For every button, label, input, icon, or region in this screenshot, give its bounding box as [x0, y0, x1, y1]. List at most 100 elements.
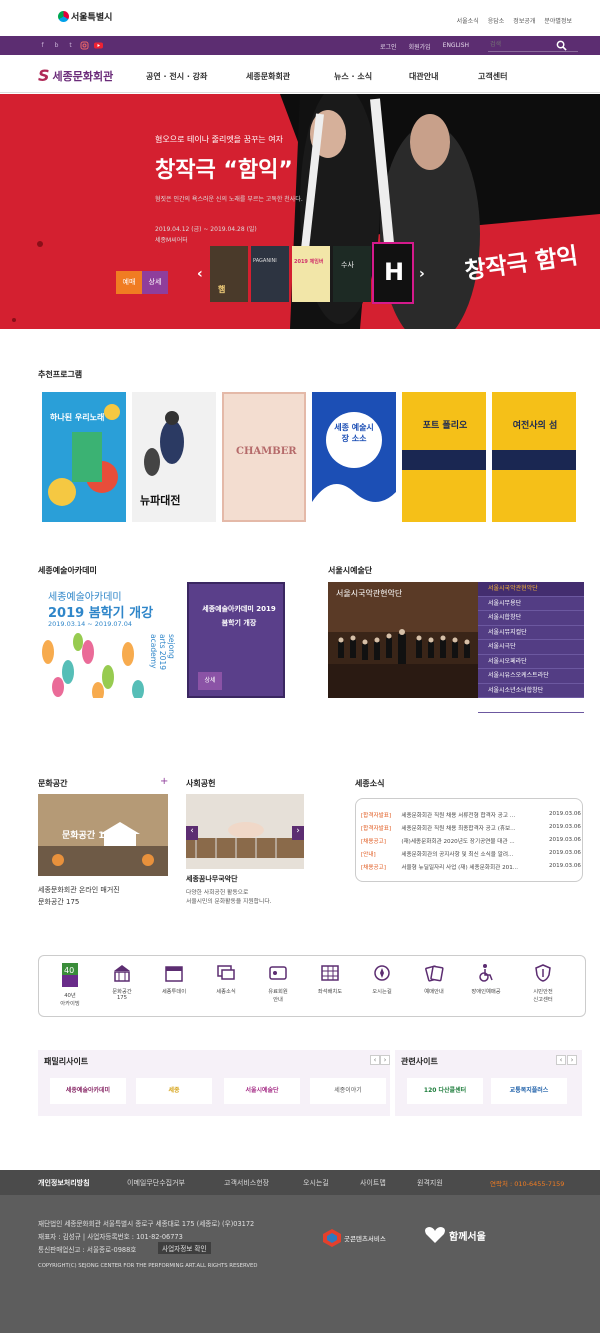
news-row[interactable]: [채용공고] (재)세종문화회관 2020년도 장기공연물 대관 ... 2019.…	[361, 837, 581, 845]
hero-thumb-active[interactable]: H	[372, 242, 414, 304]
orchestra-photo[interactable]: 서울시국악관현악단	[328, 582, 478, 698]
sejong-logo[interactable]: S 세종문화회관	[38, 66, 113, 85]
top-link-field-info[interactable]: 분야별정보	[544, 16, 572, 25]
footer-sitemap-link[interactable]: 사이트맵	[360, 1178, 386, 1188]
culture-more-icon[interactable]: +	[160, 776, 168, 787]
culture-caption-sub[interactable]: 문화공간 175	[38, 897, 79, 907]
culture-caption[interactable]: 세종문화회관 온라인 매거진	[38, 885, 120, 895]
business-verify-button[interactable]: 사업자정보 확인	[158, 1242, 211, 1254]
orchestra-item[interactable]: 서울시무용단	[478, 597, 584, 611]
nav-customer[interactable]: 고객센터	[478, 71, 507, 82]
news-row[interactable]: [합격자발표] 세종문화회관 직원 채용 최종합격자 공고 (휴보... 2019.…	[361, 824, 581, 832]
quick-label: 문화공간 175	[112, 989, 132, 1001]
quick-membership[interactable]: 유료회원 안내	[253, 960, 303, 1003]
orchestra-item[interactable]: 서울시유스오케스트라단	[478, 669, 584, 684]
quick-label: 40년 아카이빙	[60, 993, 80, 1007]
hero-next-icon[interactable]: ›	[419, 266, 425, 282]
culture-title: 문화공간	[38, 779, 68, 788]
footer-email-link[interactable]: 이메일무단수집거부	[127, 1178, 185, 1188]
search-icon[interactable]	[556, 40, 567, 51]
top-link-news[interactable]: 서울소식	[457, 16, 479, 25]
quick-disabled-booking[interactable]: 장애인예매공	[461, 960, 511, 995]
hero-thumb[interactable]: PAGANINI	[251, 246, 289, 302]
footer-charter-link[interactable]: 고객서비스헌장	[224, 1178, 269, 1188]
detail-button[interactable]: 상세	[142, 271, 168, 294]
blog-icon[interactable]: b	[52, 41, 61, 50]
family-logo[interactable]: 세종이야기	[310, 1078, 386, 1104]
youtube-icon[interactable]	[94, 41, 103, 50]
footer-privacy-link[interactable]: 개인정보처리방침	[38, 1178, 90, 1188]
quick-culture-space[interactable]: 문화공간 175	[97, 960, 147, 1001]
quick-news[interactable]: 세종소식	[201, 960, 251, 995]
top-link-open-info[interactable]: 정보공개	[513, 16, 535, 25]
orchestra-item[interactable]: 서울시청소년국악단	[478, 698, 584, 713]
family-logo[interactable]: 세종예술아카데미	[50, 1078, 126, 1104]
hero-banner[interactable]: 혐오으로 테이나 줄리엣을 꿈꾸는 여자 창작극 “함익” 혐짓은 인간의 욕스…	[0, 94, 600, 329]
footer-directions-link[interactable]: 오시는길	[303, 1178, 329, 1188]
academy-detail-button[interactable]: 상세	[198, 672, 222, 690]
facebook-icon[interactable]: f	[38, 41, 47, 50]
family-prev-icon[interactable]: ‹	[370, 1055, 380, 1065]
orchestra-item[interactable]: 서울시뮤지컬단	[478, 626, 584, 640]
news-text: 세종문화회관의 공지사항 및 최신 소식을 알려...	[401, 852, 514, 858]
quick-archive[interactable]: 40 40년 아카이빙	[45, 960, 95, 1007]
quick-today[interactable]: 세종투데이	[149, 960, 199, 995]
academy-banner[interactable]: 세종예술아카데미 2019 봄학기 개강 2019.03.14 ~ 2019.0…	[38, 582, 187, 698]
news-row[interactable]: [안내] 세종문화회관의 공지사항 및 최신 소식을 알려... 2019.03.0…	[361, 850, 581, 858]
social-prev-icon[interactable]: ‹	[186, 826, 198, 840]
book-button[interactable]: 예매	[116, 271, 142, 294]
hero-subtitle: 혐오으로 테이나 줄리엣을 꿈꾸는 여자	[155, 135, 283, 144]
login-link[interactable]: 로그인	[380, 42, 397, 51]
news-row[interactable]: [채용공고] 서울형 뉴딜일자리 사업 (재) 세종문화회관 201... 2019…	[361, 863, 581, 871]
signup-link[interactable]: 회원가입	[409, 42, 431, 51]
quick-seat-map[interactable]: 좌석배치도	[305, 960, 355, 995]
quick-safety-report[interactable]: 시민안전 신고센터	[513, 960, 573, 1003]
family-logo[interactable]: 서울시예술단	[224, 1078, 300, 1104]
quick-ticket-guide[interactable]: 예매안내	[409, 960, 459, 995]
family-next-icon[interactable]: ›	[380, 1055, 390, 1065]
family-logo[interactable]: 세종	[136, 1078, 212, 1104]
nav-about[interactable]: 세종문화회관	[246, 71, 290, 82]
hero-thumb[interactable]: 수사	[333, 246, 371, 302]
hero-thumb[interactable]: 햄	[210, 246, 248, 302]
good-content-badge[interactable]: 굿콘텐츠서비스	[323, 1229, 386, 1247]
english-link[interactable]: ENGLISH	[443, 42, 469, 51]
nav-performance[interactable]: 공연 · 전시 · 강좌	[146, 71, 207, 82]
program-poster[interactable]: 세종 예술시장 소소	[312, 392, 396, 522]
culture-magazine-image[interactable]: 문화공간 175	[38, 794, 168, 876]
quick-label: 세종투데이	[161, 989, 187, 995]
social-caption[interactable]: 세종꿈나무국악단	[186, 874, 238, 884]
top-link-response[interactable]: 응답소	[488, 16, 505, 25]
nav-rental[interactable]: 대관안내	[409, 71, 438, 82]
program-poster[interactable]: 뉴파대전	[132, 392, 216, 522]
program-poster[interactable]: 하나된 우리노래	[42, 392, 126, 522]
quick-directions[interactable]: 오시는길	[357, 960, 407, 995]
related-next-icon[interactable]: ›	[567, 1055, 577, 1065]
related-logo[interactable]: 120 다산콜센터	[407, 1078, 483, 1104]
orchestra-item[interactable]: 서울시국악관현악단	[478, 582, 584, 597]
social-next-icon[interactable]: ›	[292, 826, 304, 840]
seoul-logo[interactable]: 서울특별시	[58, 10, 112, 23]
together-seoul-badge[interactable]: 함께서울	[424, 1225, 486, 1245]
orchestra-item[interactable]: 서울시극단	[478, 640, 584, 655]
hero-thumb[interactable]: 2019 체임버	[292, 246, 330, 302]
recommended-title: 추천프로그램	[38, 370, 83, 379]
social-contribution-image[interactable]: ‹ ›	[186, 794, 304, 869]
news-row[interactable]: [합격자발표] 세종문화회관 직원 채용 서류전형 합격자 공고 ... 2019.…	[361, 811, 581, 819]
orchestra-item[interactable]: 서울시소년소녀합창단	[478, 684, 584, 698]
orchestra-item[interactable]: 서울시오페라단	[478, 655, 584, 669]
program-poster[interactable]: 여전사의 섬	[492, 392, 576, 522]
instagram-icon[interactable]	[80, 41, 89, 50]
footer-remote-link[interactable]: 원격지원	[417, 1178, 443, 1188]
twitter-icon[interactable]: t	[66, 41, 75, 50]
program-poster[interactable]: CHAMBER	[222, 392, 306, 522]
nav-news[interactable]: 뉴스 · 소식	[334, 71, 372, 82]
together-seoul-label: 함께서울	[449, 1231, 486, 1243]
poster-art	[402, 450, 486, 470]
related-logo[interactable]: 교통복지플러스	[491, 1078, 567, 1104]
orchestra-item[interactable]: 서울시합창단	[478, 611, 584, 626]
hero-prev-icon[interactable]: ‹	[197, 266, 203, 282]
related-prev-icon[interactable]: ‹	[556, 1055, 566, 1065]
program-poster[interactable]: 포트 폴리오	[402, 392, 486, 522]
academy-info-box[interactable]: 세종예술아카데미 2019 봄학기 개장 상세	[187, 582, 285, 698]
